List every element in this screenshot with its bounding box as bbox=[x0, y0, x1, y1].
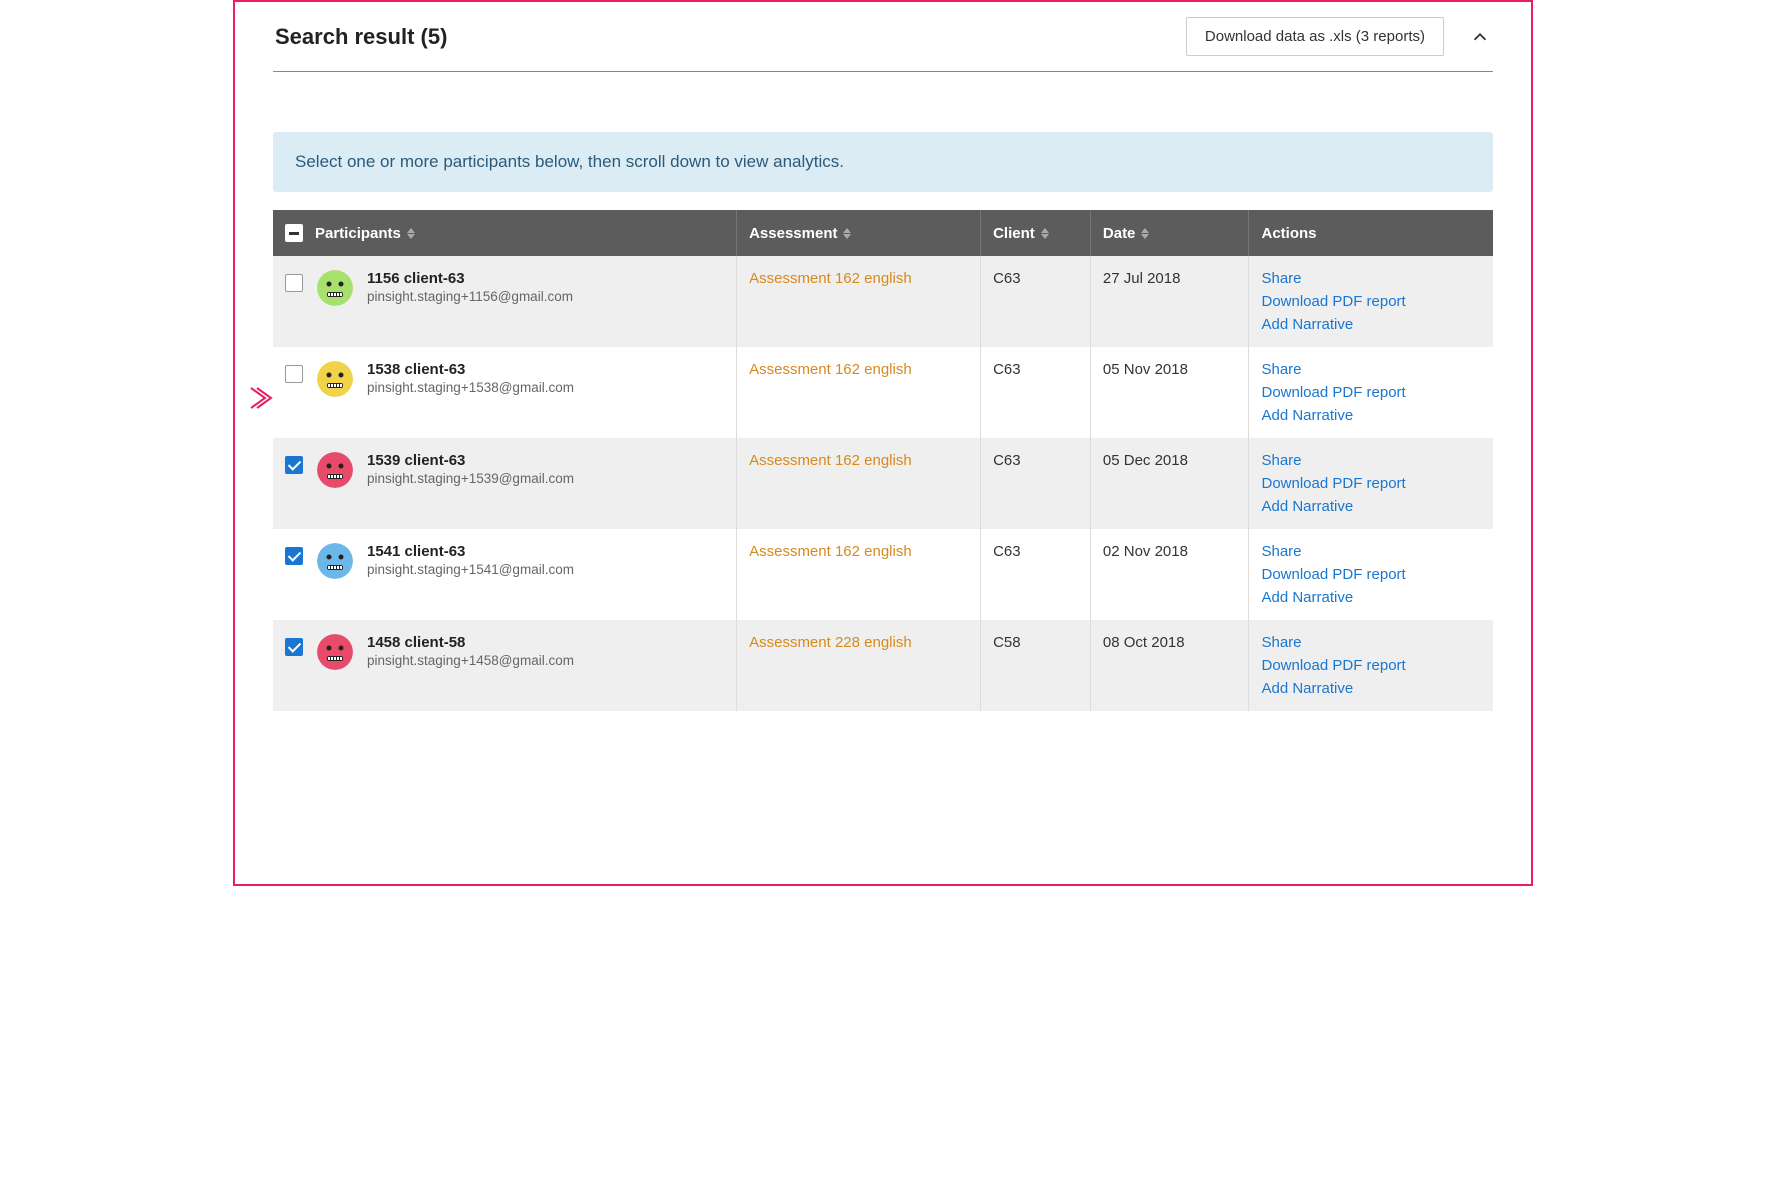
download-pdf-action[interactable]: Download PDF report bbox=[1261, 384, 1481, 401]
participant-name: 1541 client-63 bbox=[367, 543, 574, 560]
select-all-checkbox-indeterminate[interactable] bbox=[285, 224, 303, 242]
download-pdf-action[interactable]: Download PDF report bbox=[1261, 475, 1481, 492]
participant-email: pinsight.staging+1538@gmail.com bbox=[367, 380, 574, 395]
pointer-arrow-icon bbox=[247, 384, 275, 412]
column-label: Date bbox=[1103, 225, 1136, 242]
column-label: Client bbox=[993, 225, 1035, 242]
add-narrative-action[interactable]: Add Narrative bbox=[1261, 680, 1481, 697]
client-label: C63 bbox=[993, 452, 1021, 469]
date-label: 27 Jul 2018 bbox=[1103, 270, 1181, 287]
share-action[interactable]: Share bbox=[1261, 270, 1481, 287]
assessment-link[interactable]: Assessment 162 english bbox=[749, 270, 912, 287]
results-header: Search result (5) Download data as .xls … bbox=[273, 12, 1493, 72]
sort-icon[interactable] bbox=[1141, 228, 1149, 239]
assessment-link[interactable]: Assessment 162 english bbox=[749, 452, 912, 469]
add-narrative-action[interactable]: Add Narrative bbox=[1261, 589, 1481, 606]
participant-email: pinsight.staging+1458@gmail.com bbox=[367, 653, 574, 668]
client-label: C58 bbox=[993, 634, 1021, 651]
add-narrative-action[interactable]: Add Narrative bbox=[1261, 316, 1481, 333]
client-label: C63 bbox=[993, 270, 1021, 287]
column-header-assessment[interactable]: Assessment bbox=[737, 210, 981, 256]
column-header-date[interactable]: Date bbox=[1090, 210, 1249, 256]
row-select-checkbox[interactable] bbox=[285, 547, 303, 565]
share-action[interactable]: Share bbox=[1261, 452, 1481, 469]
row-select-checkbox[interactable] bbox=[285, 274, 303, 292]
share-action[interactable]: Share bbox=[1261, 543, 1481, 560]
add-narrative-action[interactable]: Add Narrative bbox=[1261, 498, 1481, 515]
add-narrative-action[interactable]: Add Narrative bbox=[1261, 407, 1481, 424]
avatar bbox=[317, 270, 353, 306]
row-select-checkbox[interactable] bbox=[285, 365, 303, 383]
collapse-chevron-up-icon[interactable] bbox=[1469, 26, 1491, 48]
column-header-client[interactable]: Client bbox=[981, 210, 1091, 256]
sort-icon[interactable] bbox=[1041, 228, 1049, 239]
download-pdf-action[interactable]: Download PDF report bbox=[1261, 293, 1481, 310]
date-label: 02 Nov 2018 bbox=[1103, 543, 1188, 560]
row-select-checkbox[interactable] bbox=[285, 638, 303, 656]
column-header-actions: Actions bbox=[1249, 210, 1493, 256]
avatar bbox=[317, 452, 353, 488]
sort-icon[interactable] bbox=[843, 228, 851, 239]
participant-email: pinsight.staging+1156@gmail.com bbox=[367, 289, 573, 304]
table-row: 1539 client-63 pinsight.staging+1539@gma… bbox=[273, 438, 1493, 529]
assessment-link[interactable]: Assessment 162 english bbox=[749, 543, 912, 560]
results-table: Participants Assessment Client bbox=[273, 210, 1493, 711]
download-pdf-action[interactable]: Download PDF report bbox=[1261, 566, 1481, 583]
date-label: 08 Oct 2018 bbox=[1103, 634, 1185, 651]
participant-name: 1538 client-63 bbox=[367, 361, 574, 378]
share-action[interactable]: Share bbox=[1261, 361, 1481, 378]
avatar bbox=[317, 543, 353, 579]
column-header-participants[interactable]: Participants bbox=[273, 210, 737, 256]
info-banner: Select one or more participants below, t… bbox=[273, 132, 1493, 192]
assessment-link[interactable]: Assessment 228 english bbox=[749, 634, 912, 651]
column-label: Actions bbox=[1261, 225, 1316, 242]
sort-icon[interactable] bbox=[407, 228, 415, 239]
column-label: Participants bbox=[315, 225, 401, 242]
client-label: C63 bbox=[993, 361, 1021, 378]
date-label: 05 Dec 2018 bbox=[1103, 452, 1188, 469]
participant-email: pinsight.staging+1539@gmail.com bbox=[367, 471, 574, 486]
table-row: 1541 client-63 pinsight.staging+1541@gma… bbox=[273, 529, 1493, 620]
participant-email: pinsight.staging+1541@gmail.com bbox=[367, 562, 574, 577]
share-action[interactable]: Share bbox=[1261, 634, 1481, 651]
date-label: 05 Nov 2018 bbox=[1103, 361, 1188, 378]
participant-name: 1156 client-63 bbox=[367, 270, 573, 287]
client-label: C63 bbox=[993, 543, 1021, 560]
participant-name: 1539 client-63 bbox=[367, 452, 574, 469]
participant-name: 1458 client-58 bbox=[367, 634, 574, 651]
avatar bbox=[317, 361, 353, 397]
download-xls-button[interactable]: Download data as .xls (3 reports) bbox=[1186, 17, 1444, 56]
avatar bbox=[317, 634, 353, 670]
table-row: 1458 client-58 pinsight.staging+1458@gma… bbox=[273, 620, 1493, 711]
page-title: Search result (5) bbox=[275, 24, 447, 50]
table-row: 1156 client-63 pinsight.staging+1156@gma… bbox=[273, 256, 1493, 347]
assessment-link[interactable]: Assessment 162 english bbox=[749, 361, 912, 378]
download-pdf-action[interactable]: Download PDF report bbox=[1261, 657, 1481, 674]
column-label: Assessment bbox=[749, 225, 837, 242]
table-row: 1538 client-63 pinsight.staging+1538@gma… bbox=[273, 347, 1493, 438]
row-select-checkbox[interactable] bbox=[285, 456, 303, 474]
